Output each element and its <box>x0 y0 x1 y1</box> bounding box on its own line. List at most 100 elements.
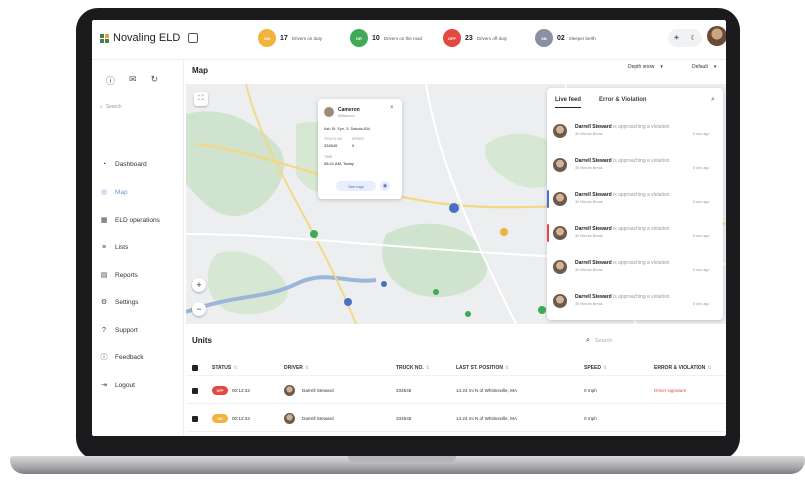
map-style-dropdown[interactable]: Default ▾ <box>692 64 716 70</box>
feed-filter-icon[interactable]: ⌕ <box>711 96 715 104</box>
feed-item[interactable]: Darrell Steward is approaching a violati… <box>553 152 717 180</box>
feed-item[interactable]: Darrell Steward is approaching a violati… <box>553 288 717 316</box>
map-title: Map <box>192 66 208 75</box>
popup-time-label: TIME <box>324 155 333 159</box>
driver-avatar <box>324 107 334 117</box>
truck-number: 334545 <box>396 388 412 393</box>
sidebar-search[interactable]: ⌕ Search <box>100 100 176 114</box>
refresh-icon[interactable]: ↻ <box>151 74 159 87</box>
last-position: 14.24 mi N of Whitinsville, MA <box>456 416 518 421</box>
truck-number: 334545 <box>396 416 412 421</box>
app-logo[interactable]: Novaling ELD <box>100 32 180 44</box>
popup-speed-value: 0 <box>352 143 355 148</box>
close-icon[interactable]: × <box>390 105 394 111</box>
map-marker[interactable] <box>310 230 318 238</box>
driver-name: Darrell Steward <box>302 388 334 393</box>
sidebar-item-dashboard[interactable]: ◔ Dashboard <box>100 158 180 170</box>
feed-item[interactable]: Darrell Steward is approaching a violati… <box>547 220 717 248</box>
stat-on-road[interactable]: DR 10 Drivers on the road <box>350 29 422 47</box>
stat-on-duty[interactable]: ON 17 Drivers on duty <box>258 29 322 47</box>
on-road-badge: DR <box>350 29 368 47</box>
status-badge: OFF <box>212 386 228 395</box>
column-status[interactable]: STATUS ⇅ <box>212 365 237 371</box>
map-marker[interactable] <box>381 281 387 287</box>
feed-avatar <box>553 294 567 308</box>
sidebar-item-map[interactable]: ◎ Map <box>100 186 180 198</box>
feed-avatar <box>553 192 567 206</box>
locate-icon[interactable]: ◉ <box>380 181 390 191</box>
sidebar-item-eld-operations[interactable]: ▦ ELD operations <box>100 214 180 226</box>
stat-sleeper[interactable]: SB 02 Sleeper berth <box>535 29 596 47</box>
sidebar-toggle-icon[interactable] <box>188 33 198 43</box>
column-position[interactable]: LAST ST. POSITION ⇅ <box>456 365 509 371</box>
popup-truck-value: 334545 <box>324 143 338 148</box>
on-duty-badge: ON <box>258 29 276 47</box>
map-marker[interactable] <box>433 289 439 295</box>
sidebar-item-label: Feedback <box>115 353 144 361</box>
feed-item-title: Darrell Steward is approaching a violati… <box>575 294 670 300</box>
map-marker[interactable] <box>465 311 471 317</box>
units-title: Units <box>192 336 212 345</box>
info-icon[interactable]: ⓘ <box>106 74 115 87</box>
error-violation-link[interactable]: Driver signature <box>654 388 686 393</box>
tab-error-violation[interactable]: Error & Violation <box>599 97 647 108</box>
units-search-input[interactable]: ⌕ Search <box>586 334 722 348</box>
zoom-out-button[interactable]: − <box>192 302 206 316</box>
feed-item[interactable]: Darrell Steward is approaching a violati… <box>553 254 717 282</box>
live-feed-panel: Live feed Error & Violation ⌕ Darrell St… <box>547 88 723 320</box>
feed-item-title: Darrell Steward is approaching a violati… <box>575 260 670 266</box>
sidebar-item-feedback[interactable]: ⓘ Feedback <box>100 351 180 363</box>
map-marker[interactable] <box>344 298 352 306</box>
sun-icon[interactable]: ☀ <box>673 34 679 42</box>
column-speed[interactable]: SPEED ⇅ <box>584 365 607 371</box>
map-layer-dropdown[interactable]: Depth snow ▾ <box>628 64 663 70</box>
feed-item-subtitle: 30 Minute Break <box>575 234 603 238</box>
see-logs-button[interactable]: See logs <box>336 181 376 191</box>
row-checkbox[interactable] <box>192 416 198 422</box>
column-truck[interactable]: TRUCK NO. ⇅ <box>396 365 430 371</box>
chevron-down-icon: ▾ <box>660 64 663 70</box>
search-icon: ⌕ <box>586 337 590 344</box>
table-row[interactable]: ON 00:12:32 Darrell Steward 334545 14.24… <box>186 406 726 432</box>
feed-avatar <box>553 124 567 138</box>
feed-item-title: Darrell Steward is approaching a violati… <box>575 226 670 232</box>
on-road-count: 10 <box>372 34 380 42</box>
feed-item-subtitle: 30 Minute Break <box>575 268 603 272</box>
sidebar-item-settings[interactable]: ⚙ Settings <box>100 296 180 308</box>
tab-live-feed[interactable]: Live feed <box>555 97 582 108</box>
sidebar-item-logout[interactable]: ⇥ Logout <box>100 379 180 391</box>
theme-toggle[interactable]: ☀ ☾ <box>668 29 702 47</box>
feed-item-time: 5 sec ago <box>693 166 710 170</box>
map-style-value: Default <box>692 64 708 70</box>
column-driver[interactable]: DRIVER ⇅ <box>284 365 309 371</box>
popup-address: Ash St. Syn, S. Dakota 834 <box>324 127 371 131</box>
message-icon[interactable]: ✉ <box>129 74 137 87</box>
map-marker[interactable] <box>500 228 508 236</box>
moon-icon[interactable]: ☾ <box>690 34 696 42</box>
user-avatar[interactable] <box>707 26 726 46</box>
last-position: 14.24 mi N of Whitinsville, MA <box>456 388 518 393</box>
map-marker[interactable] <box>538 306 546 314</box>
driver-popup: Cameron Williamson × Ash St. Syn, S. Dak… <box>318 99 402 199</box>
stat-off-duty[interactable]: OFF 23 Drivers off duty <box>443 29 507 47</box>
map-marker[interactable] <box>449 203 459 213</box>
feed-item-subtitle: 30 Minute Break <box>575 302 603 306</box>
off-duty-label: Drivers off duty <box>476 35 507 41</box>
sidebar-item-label: Support <box>115 326 138 334</box>
fullscreen-icon[interactable]: ⛶ <box>194 92 208 106</box>
select-all-checkbox[interactable] <box>192 365 198 371</box>
column-error[interactable]: ERROR & VIOLATION ⇅ <box>654 365 712 371</box>
eld-icon: ▦ <box>100 217 108 224</box>
row-checkbox[interactable] <box>192 388 198 394</box>
sidebar-item-label: Logout <box>115 381 135 389</box>
report-icon: ▤ <box>100 272 108 279</box>
off-duty-count: 23 <box>465 34 473 42</box>
sidebar-item-support[interactable]: ? Support <box>100 324 180 336</box>
sidebar-item-lists[interactable]: ≡ Lists <box>100 241 180 253</box>
zoom-in-button[interactable]: + <box>192 278 206 292</box>
feed-item[interactable]: Darrell Steward is approaching a violati… <box>547 186 717 214</box>
table-row[interactable]: OFF 00:12:32 Darrell Steward 334545 14.2… <box>186 378 726 404</box>
top-bar: Novaling ELD ON 17 Drivers on duty DR 10… <box>92 20 726 60</box>
sidebar-item-reports[interactable]: ▤ Reports <box>100 269 180 281</box>
feed-item[interactable]: Darrell Steward is approaching a violati… <box>553 118 717 146</box>
